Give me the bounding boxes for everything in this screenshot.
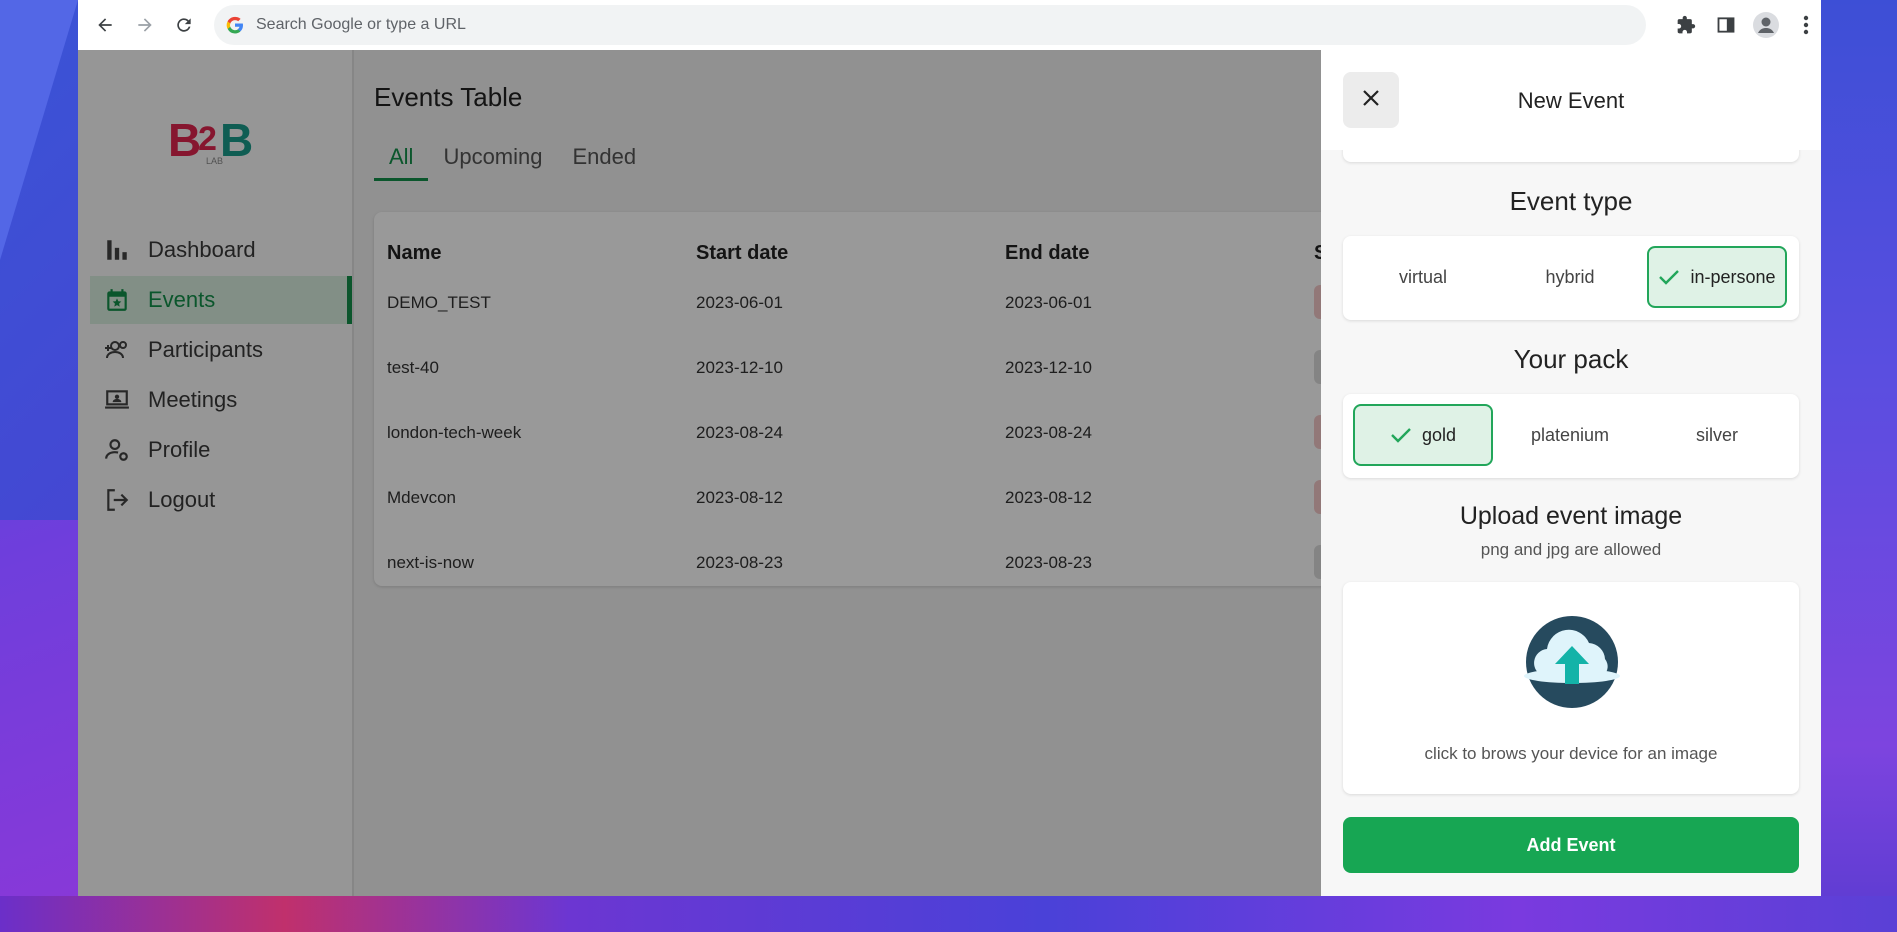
event-type-hybrid[interactable]: hybrid [1500,246,1640,308]
option-label: silver [1695,424,1738,445]
new-event-drawer: New Event Event type virtual hybrid in-p… [1321,50,1821,896]
event-type-in-person[interactable]: in-persone [1647,246,1787,308]
pack-selector: gold platenium silver [1343,394,1799,478]
check-icon [1658,268,1680,286]
event-type-title: Event type [1509,186,1633,216]
option-label: hybrid [1545,266,1595,287]
pack-platenium[interactable]: platenium [1500,404,1640,466]
forward-arrow-icon[interactable] [131,11,159,39]
pack-silver[interactable]: silver [1647,404,1787,466]
cloud-upload-icon [1521,616,1623,712]
option-label: platenium [1530,424,1610,445]
back-arrow-icon[interactable] [91,11,119,39]
upload-title: Upload event image [1459,502,1683,530]
google-g-icon [226,16,244,39]
side-panel-icon[interactable] [1712,11,1740,39]
extensions-puzzle-icon[interactable] [1672,11,1700,39]
option-label: virtual [1398,266,1447,287]
profile-avatar-icon[interactable] [1752,11,1780,39]
address-bar[interactable]: Search Google or type a URL [214,5,1646,45]
kebab-menu-icon[interactable] [1792,11,1820,39]
reload-icon[interactable] [170,11,198,39]
option-label: gold [1421,424,1457,445]
browser-window: Search Google or type a URL B 2 B LAB Da… [78,0,1821,896]
image-upload-dropzone[interactable]: click to brows your device for an image [1343,582,1799,794]
event-type-selector: virtual hybrid in-persone [1343,236,1799,320]
check-icon [1390,426,1412,444]
pack-gold[interactable]: gold [1353,404,1493,466]
add-event-button[interactable]: Add Event [1343,817,1799,873]
drawer-title: New Event [1517,88,1625,113]
desktop-wallpaper-shape [0,520,78,932]
option-label: in-persone [1690,266,1776,287]
upload-prompt: click to brows your device for an image [1424,744,1718,763]
browser-toolbar: Search Google or type a URL [78,0,1821,50]
desktop-wallpaper-bottom [0,896,1897,932]
event-type-virtual[interactable]: virtual [1353,246,1493,308]
desktop-wallpaper [0,0,78,260]
upload-subtitle: png and jpg are allowed [1480,540,1662,559]
pack-title: Your pack [1513,344,1629,374]
omnibox-text: Search Google or type a URL [256,16,466,33]
drawer-header: New Event [1321,50,1821,150]
desktop-wallpaper-right [1821,0,1897,932]
